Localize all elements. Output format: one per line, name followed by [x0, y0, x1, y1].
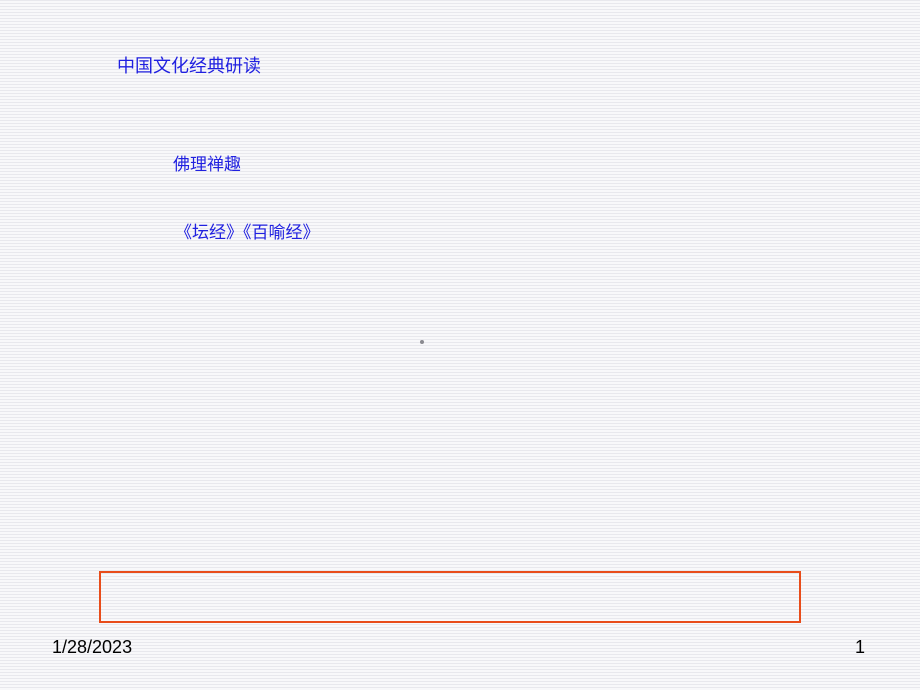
main-title: 中国文化经典研读 [117, 52, 261, 78]
subtitle-2: 《坛经》《百喻经》 [175, 218, 320, 243]
footer-date: 1/28/2023 [52, 637, 132, 658]
subtitle-1: 佛理禅趣 [173, 150, 241, 175]
center-marker [420, 340, 424, 344]
highlight-box [99, 571, 801, 623]
footer-page-number: 1 [855, 637, 865, 658]
